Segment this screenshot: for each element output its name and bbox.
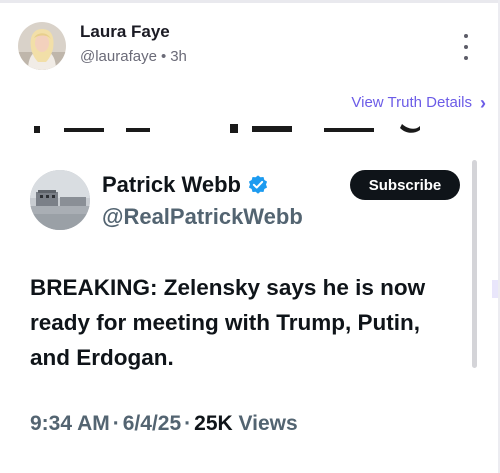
- post-meta: @laurafaye • 3h: [80, 48, 187, 65]
- chevron-right-icon[interactable]: ›: [480, 93, 486, 114]
- tweet-views-count: 25K: [194, 412, 233, 435]
- author-handle[interactable]: @laurafaye: [80, 48, 157, 65]
- tweet-meta-separator: ·: [112, 412, 120, 435]
- tweet-text: BREAKING: Zelensky says he is now ready …: [30, 275, 426, 370]
- view-truth-details-link[interactable]: View Truth Details: [351, 94, 472, 111]
- tweet-meta-separator-2: ·: [184, 412, 192, 435]
- image-scrollbar: [472, 160, 477, 368]
- meta-separator: •: [160, 48, 167, 65]
- tweet-meta: 9:34 AM · 6/4/25 · 25K Views: [30, 412, 298, 436]
- verified-badge-icon: [247, 174, 269, 196]
- author-name[interactable]: Laura Faye: [80, 22, 170, 42]
- tweet-author-name-text: Patrick Webb: [102, 172, 241, 197]
- tweet-date: 6/4/25: [122, 412, 182, 435]
- tweet-time: 9:34 AM: [30, 412, 110, 435]
- top-divider: [0, 0, 500, 3]
- subscribe-button: Subscribe: [350, 170, 460, 200]
- post-time: 3h: [170, 48, 187, 65]
- tweet-views-label: Views: [238, 412, 298, 435]
- cropped-text-fragment: [34, 124, 434, 136]
- tweet-author-name: Patrick Webb: [102, 172, 269, 198]
- author-avatar[interactable]: [18, 22, 66, 70]
- tweet-author-avatar: [30, 170, 90, 230]
- more-vertical-icon[interactable]: [454, 34, 478, 60]
- truth-post: Laura Faye @laurafaye • 3h View Truth Deta…: [0, 0, 500, 473]
- embedded-tweet-image: Patrick Webb @RealPatrickWebb Subscribe …: [0, 124, 492, 473]
- edge-indicator: [492, 280, 498, 298]
- tweet-author-handle: @RealPatrickWebb: [102, 204, 303, 229]
